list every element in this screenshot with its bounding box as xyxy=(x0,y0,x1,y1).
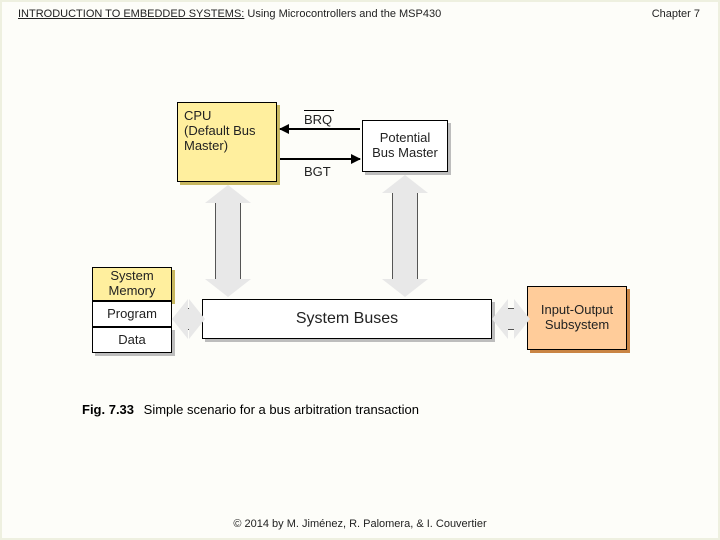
label-brq: BRQ xyxy=(304,112,332,127)
overline-brq xyxy=(304,110,334,111)
node-io-subsystem: Input-Output Subsystem xyxy=(527,286,627,350)
cpu-line2: (Default Bus xyxy=(184,123,256,138)
title-prefix: INTRODUCTION TO EMBEDDED SYSTEMS: xyxy=(18,8,244,20)
arrowhead-icon xyxy=(279,124,289,134)
double-arrow-bus-io xyxy=(492,299,530,339)
double-arrow-mem-bus xyxy=(172,299,205,339)
node-program: Program xyxy=(92,301,172,327)
title-suffix: Using Microcontrollers and the MSP430 xyxy=(244,8,441,20)
arrow-brq xyxy=(280,128,360,130)
double-arrow-cpu-bus xyxy=(205,185,251,297)
node-potential-bus-master: Potential Bus Master xyxy=(362,120,448,172)
arrow-bgt xyxy=(280,158,360,160)
arrowhead-icon xyxy=(351,154,361,164)
cpu-line3: Master) xyxy=(184,138,228,153)
figure: CPU (Default Bus Master) Potential Bus M… xyxy=(82,92,642,442)
arrowhead-icon xyxy=(514,299,530,339)
arrowhead-icon xyxy=(189,299,205,339)
arrow-shaft xyxy=(392,193,418,279)
label-bgt: BGT xyxy=(304,164,331,179)
node-cpu: CPU (Default Bus Master) xyxy=(177,102,277,182)
copyright: © 2014 by M. Jiménez, R. Palomera, & I. … xyxy=(2,518,718,530)
arrowhead-icon xyxy=(205,185,251,203)
node-system-buses: System Buses xyxy=(202,299,492,339)
figure-label: Fig. 7.33 xyxy=(82,402,134,417)
page-title: INTRODUCTION TO EMBEDDED SYSTEMS: Using … xyxy=(18,8,441,20)
arrow-shaft xyxy=(215,203,241,279)
slide: INTRODUCTION TO EMBEDDED SYSTEMS: Using … xyxy=(0,0,720,540)
cpu-line1: CPU xyxy=(184,108,211,123)
double-arrow-pbm-bus xyxy=(382,175,428,297)
node-system-memory: System Memory xyxy=(92,267,172,301)
figure-caption: Fig. 7.33 Simple scenario for a bus arbi… xyxy=(82,402,419,417)
chapter-label: Chapter 7 xyxy=(652,8,700,20)
arrowhead-icon xyxy=(382,175,428,193)
figure-caption-text: Simple scenario for a bus arbitration tr… xyxy=(144,402,419,417)
arrowhead-icon xyxy=(172,299,188,339)
arrowhead-icon xyxy=(492,299,508,339)
arrowhead-icon xyxy=(205,279,251,297)
node-data: Data xyxy=(92,327,172,353)
arrowhead-icon xyxy=(382,279,428,297)
